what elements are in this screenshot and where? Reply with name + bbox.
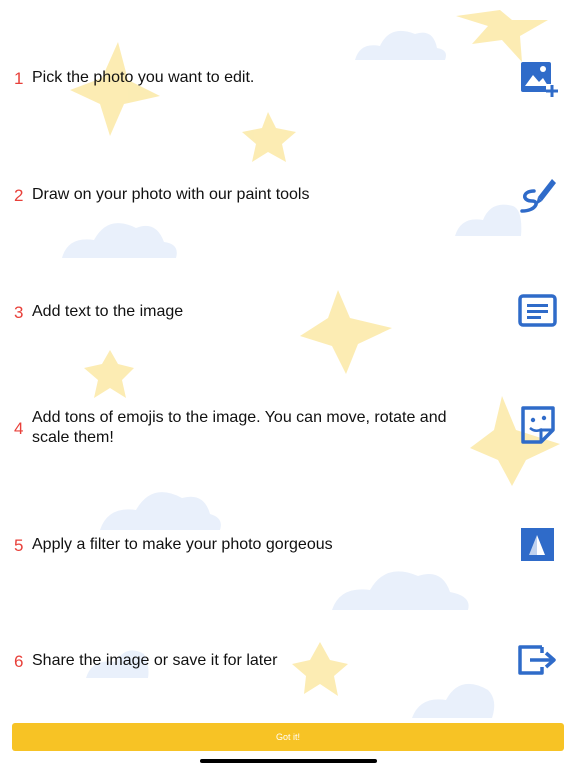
- step-row-6: 6 Share the image or save it for later: [0, 649, 576, 709]
- step-row-3: 3 Add text to the image: [0, 300, 576, 360]
- step-number: 2: [14, 186, 23, 206]
- step-row-4: 4 Add tons of emojis to the image. You c…: [0, 406, 576, 466]
- text-box-icon[interactable]: [516, 289, 560, 333]
- share-exit-icon[interactable]: [516, 639, 560, 683]
- step-number: 3: [14, 303, 23, 323]
- step-text: Share the image or save it for later: [32, 651, 462, 671]
- step-text: Apply a filter to make your photo gorgeo…: [32, 535, 462, 555]
- step-text: Add text to the image: [32, 302, 462, 322]
- step-text: Draw on your photo with our paint tools: [32, 185, 462, 205]
- cloud-shape: [100, 492, 221, 530]
- step-number: 5: [14, 536, 23, 556]
- home-indicator: [200, 759, 377, 763]
- step-row-2: 2 Draw on your photo with our paint tool…: [0, 183, 576, 243]
- cloud-shape: [355, 31, 446, 60]
- star-shape: [456, 10, 548, 62]
- paint-brush-icon[interactable]: [516, 171, 560, 215]
- step-text: Add tons of emojis to the image. You can…: [32, 408, 462, 448]
- step-number: 1: [14, 69, 23, 89]
- step-number: 6: [14, 652, 23, 672]
- sticker-icon[interactable]: [516, 403, 560, 447]
- step-row-5: 5 Apply a filter to make your photo gorg…: [0, 533, 576, 593]
- step-text: Pick the photo you want to edit.: [32, 68, 462, 88]
- got-it-button[interactable]: Got it!: [12, 723, 564, 751]
- filter-icon[interactable]: [516, 523, 560, 567]
- add-photo-icon[interactable]: [516, 58, 560, 102]
- step-number: 4: [14, 419, 23, 439]
- step-row-1: 1 Pick the photo you want to edit.: [0, 66, 576, 126]
